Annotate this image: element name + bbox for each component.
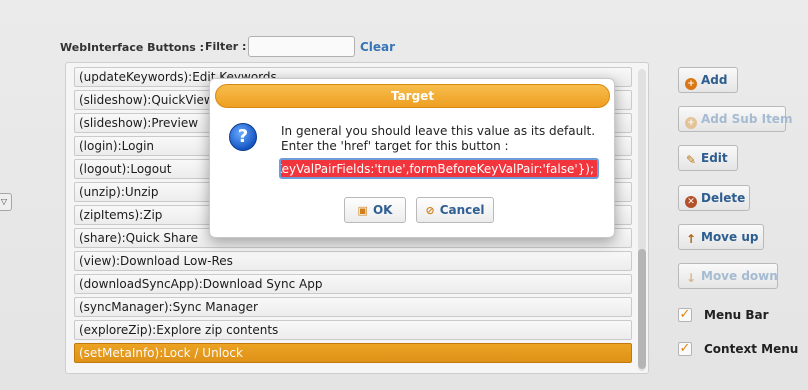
target-dialog: Target ? In general you should leave thi… bbox=[209, 78, 615, 238]
ok-label: OK bbox=[372, 203, 393, 217]
save-icon: ▣ bbox=[357, 204, 368, 217]
question-icon: ? bbox=[229, 123, 257, 151]
href-target-input[interactable]: , noKeyValPairFields:'true',formBeforeKe… bbox=[279, 158, 599, 179]
ok-button[interactable]: ▣ OK bbox=[344, 197, 406, 223]
cancel-button[interactable]: ⊘ Cancel bbox=[416, 197, 494, 223]
href-target-value: , noKeyValPairFields:'true',formBeforeKe… bbox=[279, 162, 594, 176]
dialog-message-line1: In general you should leave this value a… bbox=[281, 124, 596, 138]
cancel-icon: ⊘ bbox=[425, 204, 435, 217]
dialog-message: In general you should leave this value a… bbox=[281, 124, 595, 154]
cancel-label: Cancel bbox=[439, 203, 485, 217]
dialog-title: Target bbox=[215, 84, 610, 108]
dialog-message-line2: Enter the 'href' target for this button … bbox=[281, 139, 509, 153]
